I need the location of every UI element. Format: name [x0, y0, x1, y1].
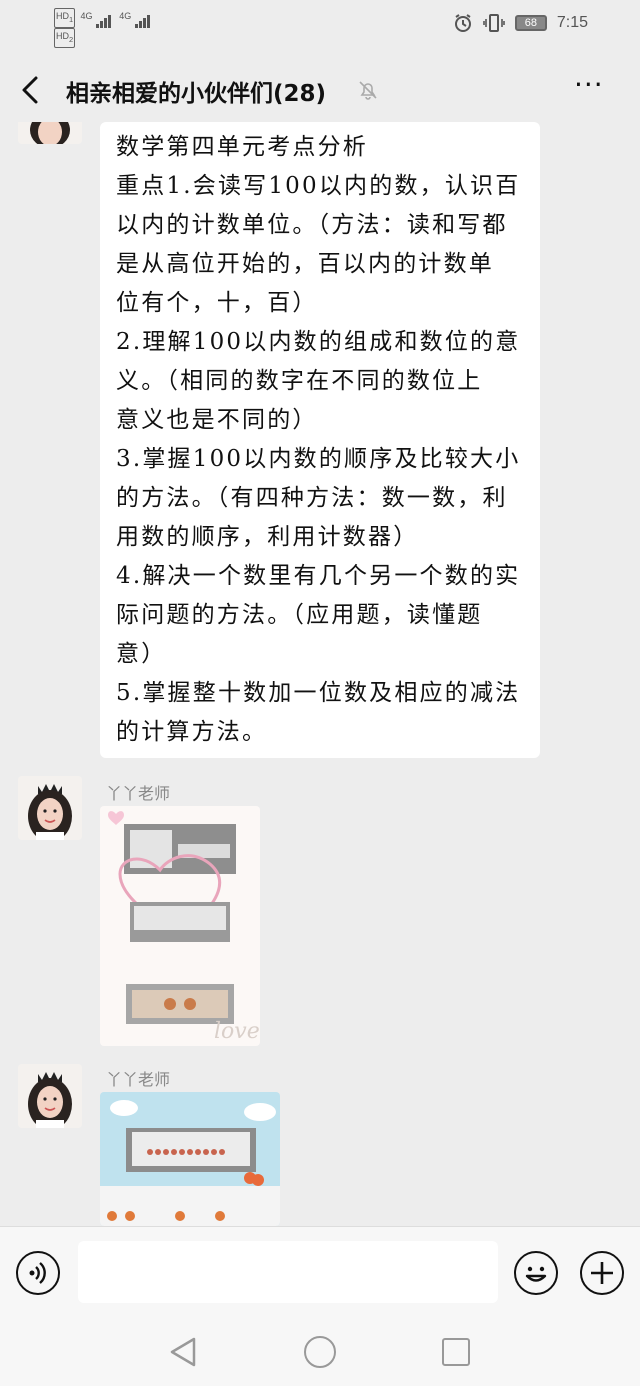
message-input[interactable] [78, 1241, 498, 1303]
clock-time: 7:15 [556, 14, 588, 31]
sim2-bars-icon [134, 14, 151, 28]
avatar-photo [18, 122, 82, 144]
message-line: 际问题的方法。（应用题，读懂题 [116, 602, 483, 628]
homework-photo-collage: love [100, 806, 260, 1046]
image-message[interactable]: love [100, 806, 260, 1046]
text-message-bubble[interactable]: 数学第四单元考点分析 重点1.会读写100以内的数，认识百 以内的计数单位。（方… [100, 122, 540, 758]
battery-icon: 68 [514, 15, 547, 31]
homework-photo [100, 1092, 280, 1226]
voice-icon [29, 1262, 46, 1284]
message-line: 3.掌握100以内数的顺序及比较大小 [116, 446, 521, 472]
plus-icon [591, 1262, 613, 1284]
avatar[interactable] [18, 122, 82, 144]
status-right-group: 68 7:15 [453, 13, 588, 33]
message-line: 数学第四单元考点分析 [116, 134, 368, 160]
system-nav-bar [0, 1318, 640, 1386]
input-bar [0, 1226, 640, 1318]
image-message[interactable] [100, 1092, 280, 1226]
message-line: 用数的顺序，利用计数器） [116, 524, 419, 550]
emoji-icon [525, 1266, 547, 1282]
sim1-bars-icon [95, 14, 112, 28]
message-line: 是从高位开始的，百以内的计数单 [116, 251, 494, 277]
message-line: 义。（相同的数字在不同的数位上 [116, 368, 483, 394]
avatar[interactable] [18, 776, 82, 840]
more-dots-icon: ··· [574, 68, 604, 101]
back-button[interactable] [16, 72, 46, 108]
message-line: 意义也是不同的） [116, 407, 318, 433]
sim2-hd-badge: HD2 [54, 27, 76, 48]
chat-header: 相亲相爱的小伙伴们(28) ··· [0, 58, 640, 122]
message-line: 位有个，十，百） [116, 290, 318, 316]
vibrate-icon [483, 14, 505, 32]
sender-name: 丫丫老师 [106, 1070, 171, 1089]
avatar-photo [18, 1064, 82, 1128]
alarm-icon [454, 14, 471, 32]
bell-off-icon [359, 81, 377, 100]
love-decoration: love [214, 1019, 260, 1044]
more-actions-button[interactable] [580, 1251, 624, 1295]
nav-recent-icon[interactable] [442, 1338, 470, 1366]
message-line: 4.解决一个数里有几个另一个数的实 [116, 563, 521, 589]
chat-title: 相亲相爱的小伙伴们(28) [66, 81, 327, 107]
sim2-network-type: 4G [119, 11, 132, 21]
more-button[interactable]: ··· [574, 71, 614, 102]
avatar-photo [18, 776, 82, 840]
nav-home-icon[interactable] [304, 1336, 336, 1368]
message-line: 的计算方法。 [116, 719, 268, 745]
message-line: 重点1.会读写100以内的数，认识百 [116, 173, 521, 199]
message-line: 意） [116, 641, 167, 667]
sender-name: 丫丫老师 [106, 784, 171, 803]
sim1-hd-badge: HD1 [54, 8, 76, 28]
chevron-left-icon [22, 76, 38, 104]
message-line: 以内的计数单位。（方法：读和写都 [116, 212, 508, 238]
message-line: 5.掌握整十数加一位数及相应的减法 [116, 680, 521, 706]
chat-messages[interactable]: 数学第四单元考点分析 重点1.会读写100以内的数，认识百 以内的计数单位。（方… [0, 122, 640, 1226]
status-bar: HD1 4G 4G HD2 68 7:15 [0, 0, 640, 52]
voice-button[interactable] [16, 1251, 60, 1295]
signal-indicators: HD1 4G 4G HD2 [54, 8, 151, 48]
message-line: 2.理解100以内数的组成和数位的意 [116, 329, 521, 355]
sim1-signal: HD1 4G 4G [54, 8, 151, 28]
message-line: 的方法。（有四种方法：数一数，利 [116, 485, 508, 511]
sim2-signal: HD2 [54, 27, 151, 48]
avatar[interactable] [18, 1064, 82, 1128]
emoji-button[interactable] [514, 1251, 558, 1295]
nav-back-icon[interactable] [168, 1336, 198, 1368]
sim1-network-type: 4G [80, 11, 93, 21]
